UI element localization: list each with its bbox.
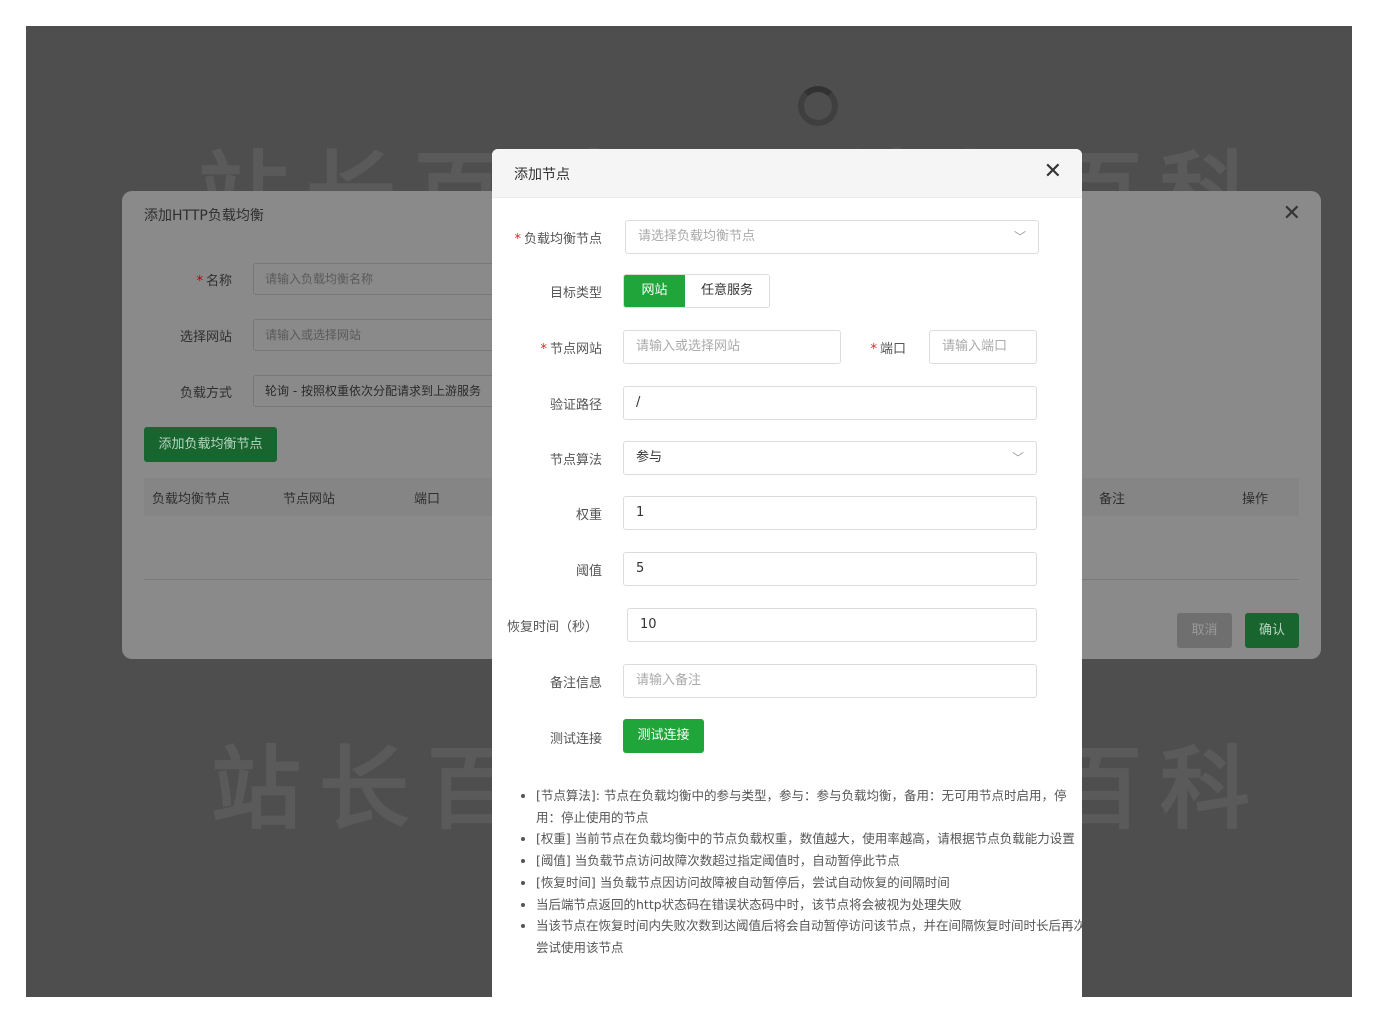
target-type-toggle: 网站 任意服务 bbox=[623, 274, 770, 308]
column-header: 节点网站 bbox=[283, 492, 336, 507]
target-type-website[interactable]: 网站 bbox=[624, 275, 685, 307]
threshold-label: 阈值 bbox=[575, 564, 602, 579]
chevron-down-icon: ﹀ bbox=[1011, 451, 1024, 465]
name-label: * 名称 bbox=[196, 274, 232, 289]
tip-item: 当该节点在恢复时间内失败次数到达阈值后将会自动暂停访问该节点，并在间隔恢复时间时… bbox=[536, 915, 1082, 958]
site-label: 选择网站 bbox=[179, 330, 232, 345]
column-header: 端口 bbox=[414, 492, 441, 507]
help-tips: [节点算法]: 节点在负载均衡中的参与类型，参与：参与负载均衡，备用：无可用节点… bbox=[514, 785, 1082, 959]
mode-label: 负载方式 bbox=[179, 386, 232, 401]
tip-item: 当后端节点返回的http状态码在错误状态码中时，该节点将会被视为处理失败 bbox=[536, 894, 1082, 916]
remark-label: 备注信息 bbox=[549, 676, 602, 691]
verify-path-label: 验证路径 bbox=[549, 398, 602, 413]
dialog-header: 添加节点 ✕ bbox=[492, 149, 1082, 198]
column-header: 备注 bbox=[1099, 492, 1126, 507]
target-type-label: 目标类型 bbox=[549, 286, 602, 301]
node-site-label: * 节点网站 bbox=[540, 342, 602, 357]
dialog-title: 添加节点 bbox=[514, 167, 570, 183]
test-label: 测试连接 bbox=[549, 732, 602, 747]
tip-item: [节点算法]: 节点在负载均衡中的参与类型，参与：参与负载均衡，备用：无可用节点… bbox=[536, 785, 1082, 828]
threshold-input[interactable]: 5 bbox=[623, 552, 1037, 586]
add-lb-node-button[interactable]: 添加负载均衡节点 bbox=[144, 427, 277, 462]
lb-node-label: * 负载均衡节点 bbox=[514, 232, 602, 247]
port-label: * 端口 bbox=[870, 342, 906, 357]
weight-input[interactable]: 1 bbox=[623, 496, 1037, 530]
verify-path-input[interactable]: / bbox=[623, 386, 1037, 420]
weight-label: 权重 bbox=[575, 508, 602, 523]
column-header: 负载均衡节点 bbox=[152, 492, 231, 507]
mode-select[interactable]: 轮询 - 按照权重依次分配请求到上游服务 bbox=[253, 375, 503, 407]
close-icon[interactable]: ✕ bbox=[1044, 161, 1062, 183]
test-connection-button[interactable]: 测试连接 bbox=[623, 719, 704, 753]
recover-time-input[interactable]: 10 bbox=[627, 608, 1037, 642]
site-input[interactable]: 请输入或选择网站 bbox=[253, 319, 503, 351]
overlay-backdrop: 站长百科 站长百科 站长百科 站长百科 添加HTTP负载均衡 ✕ *名称 请输入… bbox=[26, 26, 1352, 997]
chevron-down-icon: ﹀ bbox=[1013, 230, 1026, 244]
loading-spinner-icon bbox=[798, 86, 838, 126]
algorithm-label: 节点算法 bbox=[549, 453, 602, 468]
lb-node-select[interactable]: 请选择负载均衡节点 ﹀ bbox=[625, 220, 1039, 254]
port-input[interactable]: 请输入端口 bbox=[929, 330, 1037, 364]
recover-time-label: 恢复时间（秒） bbox=[506, 620, 598, 635]
name-input[interactable]: 请输入负载均衡名称 bbox=[253, 263, 503, 295]
confirm-button[interactable]: 确认 bbox=[1245, 613, 1299, 648]
column-header: 操作 bbox=[1242, 492, 1269, 507]
cancel-button[interactable]: 取消 bbox=[1177, 613, 1232, 648]
target-type-any-service[interactable]: 任意服务 bbox=[685, 275, 769, 307]
tip-item: [权重] 当前节点在负载均衡中的节点负载权重，数值越大，使用率越高，请根据节点负… bbox=[536, 828, 1082, 850]
tip-item: [恢复时间] 当负载节点因访问故障被自动暂停后，尝试自动恢复的间隔时间 bbox=[536, 872, 1082, 894]
remark-input[interactable]: 请输入备注 bbox=[623, 664, 1037, 698]
algorithm-select[interactable]: 参与 ﹀ bbox=[623, 441, 1037, 475]
close-icon[interactable]: ✕ bbox=[1283, 203, 1301, 225]
dialog-title: 添加HTTP负载均衡 bbox=[144, 208, 264, 224]
add-node-dialog: 添加节点 ✕ * 负载均衡节点 请选择负载均衡节点 ﹀ 目标类型 网站 任意服务 … bbox=[492, 149, 1082, 997]
tip-item: [阈值] 当负载节点访问故障次数超过指定阈值时，自动暂停此节点 bbox=[536, 850, 1082, 872]
